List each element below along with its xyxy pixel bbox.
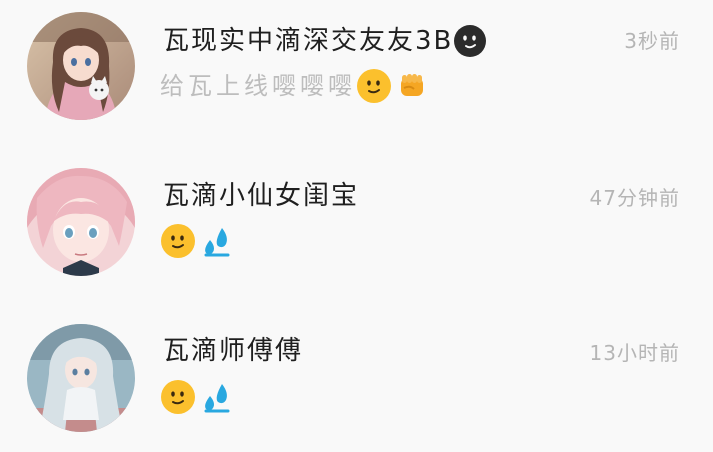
avatar[interactable] xyxy=(27,168,135,276)
chat-message-preview xyxy=(160,223,232,259)
chat-list: 瓦现实中滴深交友友3B 3秒前 给瓦上线嘤嘤嘤 瓦滴小仙女闺宝 47分钟前 瓦滴… xyxy=(0,0,713,442)
avatar-image-anime-girl-pink-hair xyxy=(27,168,135,276)
dark-smiling-face-icon xyxy=(453,24,487,58)
avatar-image-anime-girl-silver-hair xyxy=(27,324,135,432)
chat-list-item[interactable]: 瓦现实中滴深交友友3B 3秒前 给瓦上线嘤嘤嘤 xyxy=(0,0,713,140)
chat-name: 瓦现实中滴深交友友3B xyxy=(163,24,487,58)
sweat-droplets-icon xyxy=(200,381,232,413)
avatar[interactable] xyxy=(27,324,135,432)
chat-name-text: 瓦滴师傅傅 xyxy=(163,336,304,366)
chat-time: 3秒前 xyxy=(624,29,680,53)
chat-list-item[interactable]: 瓦滴师傅傅 13小时前 xyxy=(0,312,713,452)
sweat-droplets-icon xyxy=(200,225,232,257)
chat-time: 47分钟前 xyxy=(589,186,680,210)
chat-name-text: 瓦现实中滴深交友友3B xyxy=(163,26,454,56)
slightly-smiling-face-icon xyxy=(160,379,196,415)
chat-message-preview xyxy=(160,379,232,415)
chat-message-text: 给瓦上线嘤嘤嘤 xyxy=(160,72,356,100)
chat-time: 13小时前 xyxy=(589,341,680,365)
chat-name: 瓦滴师傅傅 xyxy=(163,336,303,366)
avatar-image-anime-girl-with-cat xyxy=(27,12,135,120)
chat-message-preview: 给瓦上线嘤嘤嘤 xyxy=(160,68,428,104)
avatar[interactable] xyxy=(27,12,135,120)
fist-icon xyxy=(396,70,428,102)
chat-list-item[interactable]: 瓦滴小仙女闺宝 47分钟前 xyxy=(0,157,713,297)
slightly-smiling-face-icon xyxy=(160,223,196,259)
chat-name-text: 瓦滴小仙女闺宝 xyxy=(163,181,360,211)
slightly-smiling-face-icon xyxy=(356,68,392,104)
chat-name: 瓦滴小仙女闺宝 xyxy=(163,181,359,211)
